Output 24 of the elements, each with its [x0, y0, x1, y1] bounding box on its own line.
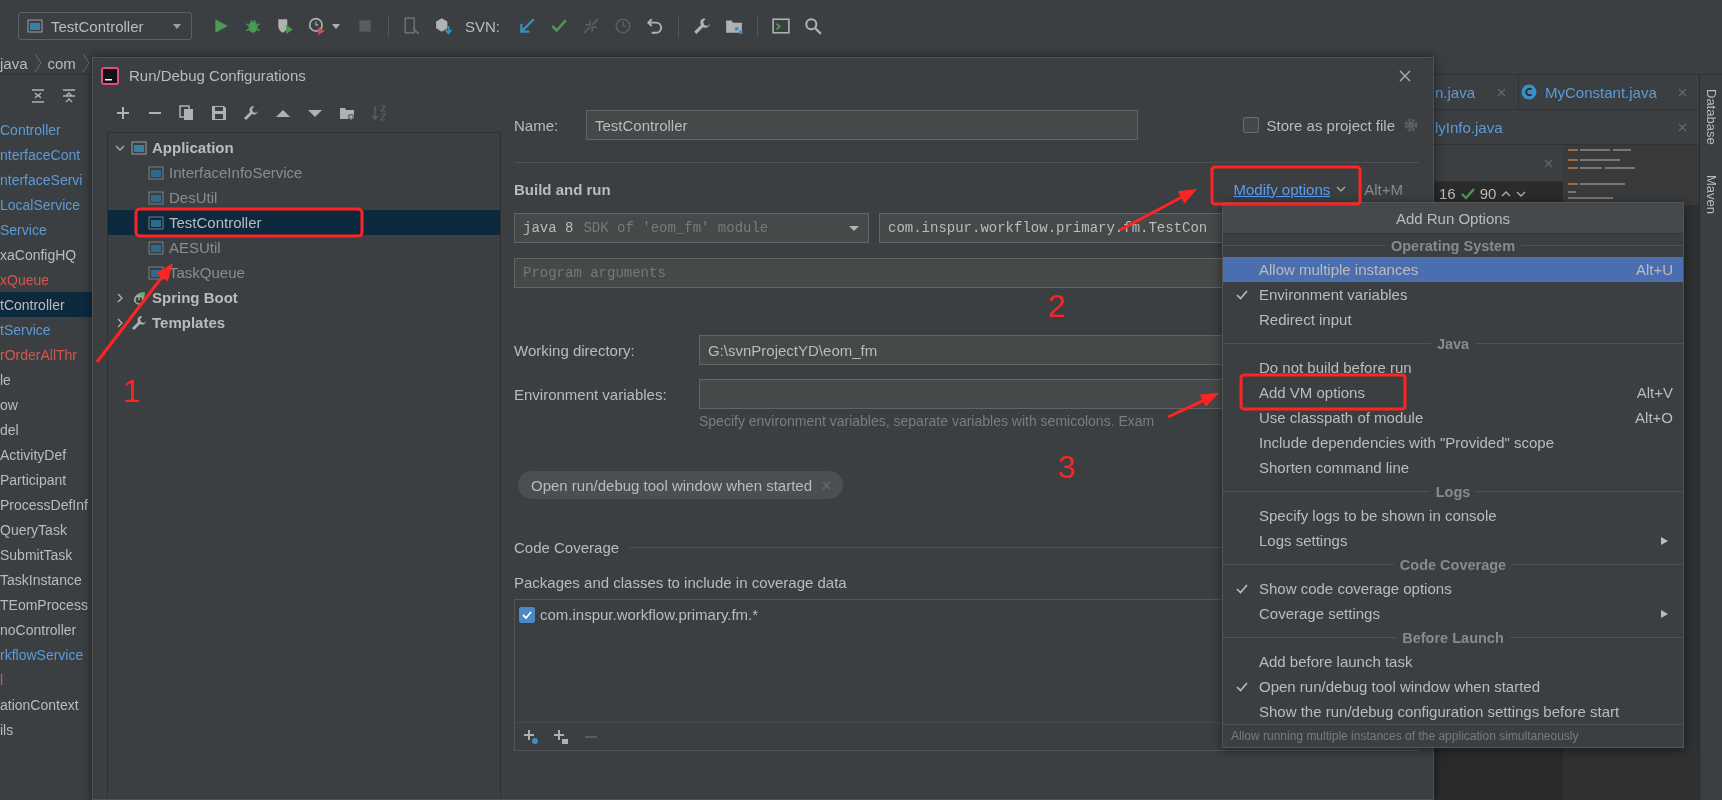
field-hint: Specify environment variables, separate variables with semicolons. Exam [699, 413, 1155, 429]
menu-section-label: Logs [1435, 483, 1471, 500]
step-number: 3 [1058, 451, 1076, 483]
section-heading: Build and run [514, 180, 611, 198]
shortcut-label: Alt+O [1635, 409, 1673, 426]
shortcut-label: Alt+M [1364, 180, 1403, 198]
check-count: 90 [1479, 185, 1497, 202]
field-label: Working directory: [514, 341, 636, 359]
popup-title: Add Run Options [1223, 203, 1683, 234]
field-label: Name: [514, 116, 560, 134]
shortcut-label: Alt+U [1635, 261, 1673, 278]
shortcut-label: Alt+V [1636, 384, 1673, 401]
step-number: 1 [123, 375, 141, 407]
dialog-title: Run/Debug Configurations [129, 67, 306, 84]
section-heading: Code Coverage [514, 538, 620, 556]
step-number: 2 [1048, 290, 1066, 322]
menu-section-label: Code Coverage [1399, 556, 1507, 573]
menu-section-label: Java [1436, 335, 1470, 352]
warning-count: 16 [1439, 185, 1456, 202]
popup-footer-text: Allow running multiple instances of the application simultaneously [1223, 724, 1683, 747]
svn-label: SVN: [465, 17, 500, 35]
menu-section-label: Before Launch [1402, 629, 1504, 646]
field-label: Environment variables: [514, 385, 668, 403]
field-label: Packages and classes to include in coverage data [514, 573, 847, 593]
